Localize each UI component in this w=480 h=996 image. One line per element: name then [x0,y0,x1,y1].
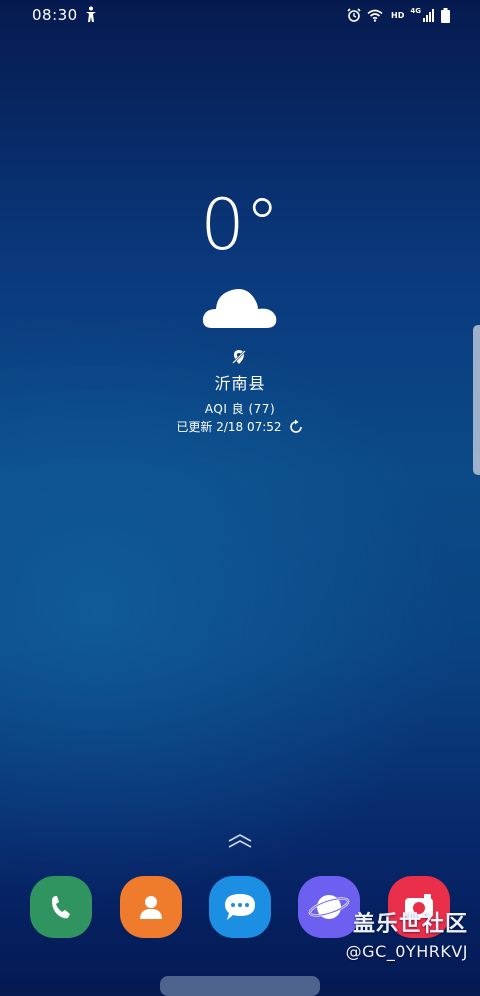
internet-icon [308,895,350,919]
watermark-user: @GC_0YHRKVJ [345,942,468,961]
watermark-title: 盖乐世社区 [352,912,468,937]
weather-updated-text: 已更新 2/18 07:52 [176,420,282,434]
hd-label: HD [391,10,405,20]
temperature[interactable]: 0° [0,180,480,270]
phone-icon [52,896,70,919]
messages-icon [225,894,255,920]
weather-aqi: AQI 良 (77) [204,402,276,416]
alarm-icon [347,8,361,22]
watermark: 盖乐世社区 @GC_0YHRKVJ [346,906,468,961]
messages-app-button[interactable] [209,876,271,938]
navigation-bar[interactable] [160,976,320,996]
wifi-icon [367,9,383,22]
edge-panel-handle[interactable] [473,325,480,475]
status-time: 08:30 [32,6,78,24]
status-bar: 08:30 HD 4G [0,0,480,30]
location-off-icon [232,350,246,364]
refresh-icon[interactable] [288,419,304,435]
chevron-up-icon[interactable] [226,832,254,850]
phone-app-button[interactable] [30,876,92,938]
contacts-app-button[interactable] [120,876,182,938]
weather-updated-row: 已更新 2/18 07:52 [0,418,480,435]
status-icons: HD 4G [347,5,450,25]
network-label: 4G [410,7,421,15]
contacts-icon [140,896,162,919]
signal-icon [423,8,434,22]
weather-location[interactable]: 沂南县 [0,370,480,394]
cloud-icon[interactable] [202,282,278,330]
accessibility-icon [86,6,96,22]
battery-icon [441,7,450,23]
